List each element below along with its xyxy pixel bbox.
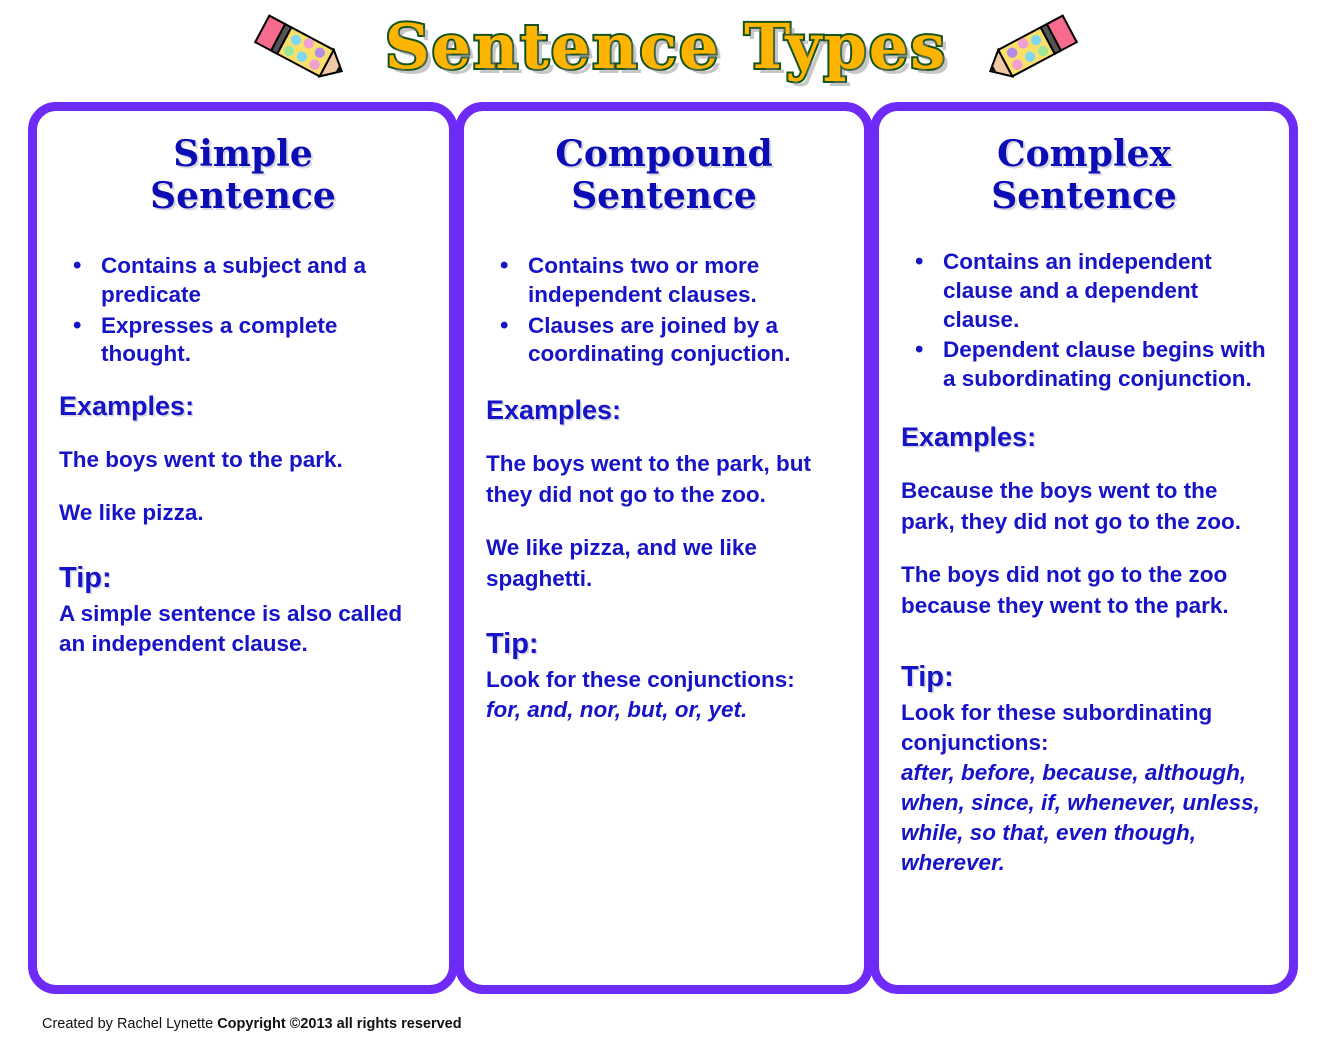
example-sentence: We like pizza, and we like spaghetti. <box>485 535 757 592</box>
column-title: Simple Sentence <box>59 133 427 218</box>
list-item: Contains an independent clause and a dep… <box>909 247 1267 334</box>
column-title-line2: Sentence <box>571 175 757 218</box>
conjunction-list: for, and, nor, but, or, yet. <box>485 697 748 723</box>
tip-text: A simple sentence is also called an inde… <box>59 601 403 657</box>
list-item: Expresses a complete thought. <box>67 311 427 370</box>
example-sentence: The boys went to the park. <box>59 447 343 473</box>
tip-heading: Tip: <box>485 628 539 661</box>
page-title: Sentence Types <box>383 10 948 83</box>
column-title-line1: Compound <box>555 133 773 175</box>
definition-bullet-list: Contains two or more independent clauses… <box>486 251 842 370</box>
examples-heading: Examples: <box>901 421 1037 452</box>
examples-heading: Examples: <box>59 391 195 422</box>
list-item: Contains a subject and a predicate <box>67 251 427 310</box>
column-complex-sentence: Complex Sentence Contains an independent… <box>870 102 1298 994</box>
column-title-line1: Simple <box>173 133 313 175</box>
tip-text: Look for these conjunctions: <box>485 667 795 693</box>
list-item: Dependent clause begins with a subordina… <box>909 335 1267 394</box>
example-sentence: The boys went to the park, but they did … <box>485 451 811 508</box>
column-compound-sentence: Compound Sentence Contains two or more i… <box>454 102 874 994</box>
tip-heading: Tip: <box>901 661 954 694</box>
column-simple-sentence: Simple Sentence Contains a subject and a… <box>28 102 458 994</box>
example-sentence: Because the boys went to the park, they … <box>901 477 1241 534</box>
tip-heading: Tip: <box>59 562 112 595</box>
copyright-footer: Created by Rachel Lynette Copyright ©201… <box>42 1016 462 1032</box>
pencil-icon <box>253 14 343 78</box>
examples-heading: Examples: <box>485 395 622 426</box>
poster-header: Sentence Types <box>0 0 1332 100</box>
definition-bullet-list: Contains a subject and a predicate Expre… <box>59 251 427 370</box>
column-title-line2: Sentence <box>991 175 1177 218</box>
column-title-line2: Sentence <box>150 175 336 218</box>
definition-bullet-list: Contains an independent clause and a dep… <box>901 247 1267 394</box>
example-sentence: The boys did not go to the zoo because t… <box>901 562 1229 619</box>
column-title: Complex Sentence <box>901 133 1267 218</box>
copyright-notice: Copyright ©2013 all rights reserved <box>217 1016 462 1032</box>
pencil-icon <box>989 14 1079 78</box>
sentence-type-columns: Simple Sentence Contains a subject and a… <box>28 102 1298 994</box>
example-sentence: We like pizza. <box>59 500 204 526</box>
author-credit: Created by Rachel Lynette <box>42 1016 218 1032</box>
column-title-line1: Complex <box>997 133 1171 175</box>
conjunction-list: after, before, because, although, when, … <box>901 759 1260 875</box>
column-title: Compound Sentence <box>486 133 842 218</box>
list-item: Contains two or more independent clauses… <box>494 251 842 310</box>
list-item: Clauses are joined by a coordinating con… <box>494 311 842 370</box>
tip-text: Look for these subordinating conjunction… <box>901 700 1213 756</box>
